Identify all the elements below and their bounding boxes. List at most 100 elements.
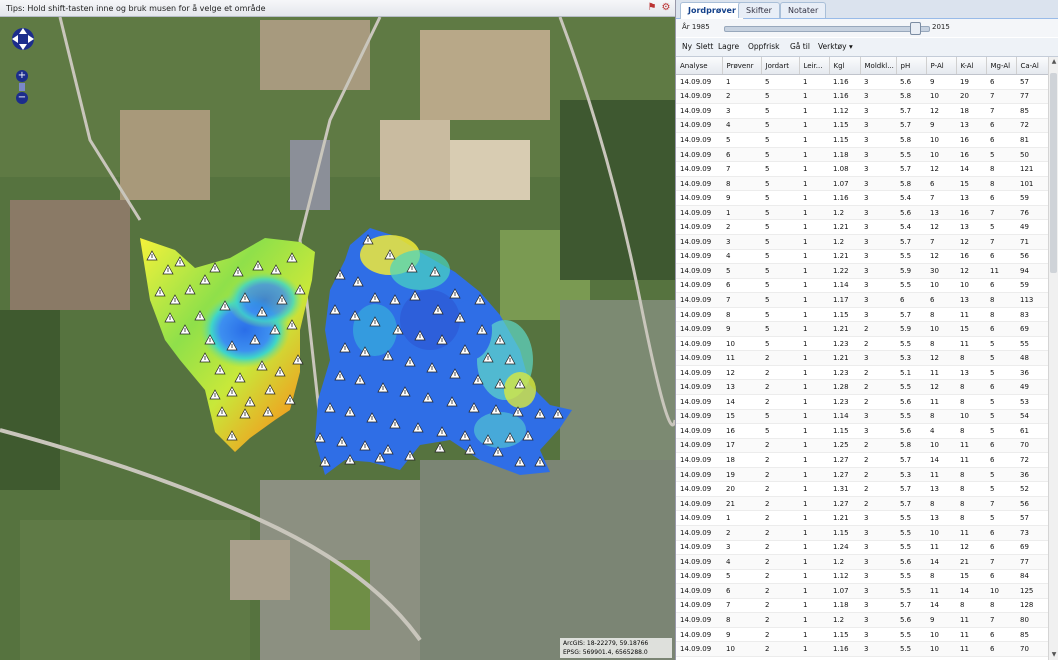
table-row[interactable]: 14.09.09 3 2 1 1.24 3 5.5 11 12 6 69 <box>676 540 1048 556</box>
map-view[interactable]: Tips: Hold shift-tasten inne og bruk mus… <box>0 0 676 660</box>
table-row[interactable]: 14.09.09 1 5 1 1.16 3 5.6 9 19 6 57 <box>676 74 1048 90</box>
table-row[interactable]: 14.09.09 3 5 1 1.2 3 5.7 7 12 7 71 <box>676 234 1048 250</box>
table-row[interactable]: 14.09.09 7 5 1 1.08 3 5.7 12 14 8 121 <box>676 161 1048 177</box>
column-header[interactable]: Kgl <box>829 57 861 75</box>
scroll-up-icon[interactable]: ▲ <box>1049 57 1058 67</box>
column-header[interactable]: Leir... <box>799 57 830 75</box>
table-row[interactable]: 14.09.09 11 2 1 1.21 3 5.3 12 8 5 48 <box>676 350 1048 366</box>
table-row[interactable]: 14.09.09 6 2 1 1.07 3 5.5 11 14 10 125 <box>676 583 1048 599</box>
tools-menu-button[interactable]: Verktøy ▾ <box>818 42 853 51</box>
zoom-in-button[interactable]: + <box>16 70 28 82</box>
measure-tool-icon[interactable]: ⚑ <box>646 2 658 14</box>
table-cell: 80 <box>1016 612 1048 628</box>
delete-button[interactable]: Slett <box>696 42 713 51</box>
table-cell: 3 <box>860 583 896 599</box>
column-header[interactable]: Mg-Al <box>986 57 1017 75</box>
column-header[interactable]: Prøvenr <box>722 57 762 75</box>
table-cell: 5.7 <box>896 452 926 468</box>
table-row[interactable]: 14.09.09 2 2 1 1.15 3 5.5 10 11 6 73 <box>676 525 1048 541</box>
scroll-down-icon[interactable]: ▼ <box>1049 650 1058 660</box>
new-button[interactable]: Ny <box>682 42 692 51</box>
pan-control-icon[interactable] <box>10 26 36 52</box>
tab-skifter[interactable]: Skifter <box>738 2 780 18</box>
goto-button[interactable]: Gå til <box>790 42 810 51</box>
column-header[interactable]: Ca-Al <box>1016 57 1048 75</box>
year-slider-thumb[interactable] <box>909 22 921 35</box>
table-cell: 2 <box>761 569 799 585</box>
table-cell: 6 <box>986 540 1016 556</box>
column-header[interactable]: Jordart <box>761 57 800 75</box>
table-cell: 69 <box>1016 321 1048 337</box>
aerial-map[interactable] <box>0 17 675 660</box>
table-cell: 57 <box>1016 510 1048 526</box>
table-cell: 5.5 <box>896 147 926 163</box>
table-row[interactable]: 14.09.09 9 5 1 1.16 3 5.4 7 13 6 59 <box>676 190 1048 206</box>
table-cell: 72 <box>1016 452 1048 468</box>
table-cell: 5 <box>986 510 1016 526</box>
table-row[interactable]: 14.09.09 1 5 1 1.2 3 5.6 13 16 7 76 <box>676 205 1048 221</box>
table-cell: 3 <box>860 219 896 236</box>
table-row[interactable]: 14.09.09 14 2 1 1.23 2 5.6 11 8 5 53 <box>676 394 1048 410</box>
grid-scrollbar[interactable]: ▲ ▼ <box>1048 57 1058 660</box>
scroll-thumb[interactable] <box>1050 73 1057 273</box>
table-cell: 12 <box>926 379 956 396</box>
table-row[interactable]: 14.09.09 4 5 1 1.15 3 5.7 9 13 6 72 <box>676 118 1048 134</box>
table-cell: 8 <box>986 161 1016 177</box>
zoom-out-button[interactable]: − <box>16 92 28 104</box>
table-row[interactable]: 14.09.09 16 5 1 1.15 3 5.6 4 8 5 61 <box>676 423 1048 439</box>
table-cell: 2 <box>761 452 799 468</box>
table-cell: 2 <box>722 525 761 541</box>
table-row[interactable]: 14.09.09 18 2 1 1.27 2 5.7 14 11 6 72 <box>676 452 1048 468</box>
table-row[interactable]: 14.09.09 5 2 1 1.12 3 5.5 8 15 6 84 <box>676 569 1048 585</box>
year-slider-track[interactable] <box>724 26 930 32</box>
tab-notater[interactable]: Notater <box>780 2 827 18</box>
table-row[interactable]: 14.09.09 5 5 1 1.22 3 5.9 30 12 11 94 <box>676 263 1048 279</box>
select-tool-icon[interactable]: ⚙ <box>660 2 672 14</box>
table-row[interactable]: 14.09.09 7 2 1 1.18 3 5.7 14 8 8 128 <box>676 598 1048 614</box>
tab-strip: Jordprøver Skifter Notater <box>676 0 1058 19</box>
table-row[interactable]: 14.09.09 3 5 1 1.12 3 5.7 12 18 7 85 <box>676 103 1048 119</box>
table-row[interactable]: 14.09.09 1 2 1 1.21 3 5.5 13 8 5 57 <box>676 510 1048 526</box>
column-header[interactable]: P-Al <box>926 57 957 75</box>
table-row[interactable]: 14.09.09 15 5 1 1.14 3 5.5 8 10 5 54 <box>676 409 1048 425</box>
table-row[interactable]: 14.09.09 5 5 1 1.15 3 5.8 10 16 6 81 <box>676 132 1048 148</box>
table-row[interactable]: 14.09.09 7 5 1 1.17 3 6 6 13 8 113 <box>676 292 1048 308</box>
column-header[interactable]: Analyse <box>676 57 723 75</box>
table-cell: 5.8 <box>896 438 926 454</box>
table-row[interactable]: 14.09.09 4 5 1 1.21 3 5.5 12 16 6 56 <box>676 249 1048 265</box>
table-cell: 14.09.09 <box>676 161 722 177</box>
table-row[interactable]: 14.09.09 10 2 1 1.16 3 5.5 10 11 6 70 <box>676 641 1048 657</box>
table-row[interactable]: 14.09.09 6 5 1 1.14 3 5.5 10 10 6 59 <box>676 278 1048 294</box>
table-row[interactable]: 14.09.09 6 5 1 1.18 3 5.5 10 16 5 50 <box>676 147 1048 163</box>
column-header[interactable]: Moldkl... <box>860 57 897 75</box>
table-row[interactable]: 14.09.09 2 5 1 1.16 3 5.8 10 20 7 77 <box>676 89 1048 105</box>
save-button[interactable]: Lagre <box>718 42 739 51</box>
table-row[interactable]: 14.09.09 20 2 1 1.31 2 5.7 13 8 5 52 <box>676 481 1048 497</box>
table-row[interactable]: 14.09.09 13 2 1 1.28 2 5.5 12 8 6 49 <box>676 379 1048 396</box>
table-cell: 1.27 <box>829 496 860 512</box>
table-row[interactable]: 14.09.09 9 2 1 1.15 3 5.5 10 11 6 85 <box>676 627 1048 643</box>
table-row[interactable]: 14.09.09 9 5 1 1.21 2 5.9 10 15 6 69 <box>676 321 1048 337</box>
table-row[interactable]: 14.09.09 21 2 1 1.27 2 5.7 8 8 7 56 <box>676 496 1048 512</box>
column-header[interactable]: pH <box>896 57 927 75</box>
table-row[interactable]: 14.09.09 4 2 1 1.2 3 5.6 14 21 7 77 <box>676 554 1048 570</box>
table-cell: 1 <box>799 176 829 192</box>
table-cell: 1 <box>799 89 829 105</box>
table-cell: 5 <box>761 423 799 439</box>
refresh-button[interactable]: Oppfrisk <box>748 42 779 51</box>
zoom-slider[interactable] <box>19 83 25 91</box>
table-row[interactable]: 14.09.09 19 2 1 1.27 2 5.3 11 8 5 36 <box>676 467 1048 483</box>
table-cell: 5.6 <box>896 205 926 221</box>
table-row[interactable]: 14.09.09 8 5 1 1.07 3 5.8 6 15 8 101 <box>676 176 1048 192</box>
table-cell: 5 <box>761 132 799 148</box>
table-cell: 7 <box>986 496 1016 512</box>
table-row[interactable]: 14.09.09 17 2 1 1.25 2 5.8 10 11 6 70 <box>676 438 1048 454</box>
table-cell: 70 <box>1016 641 1048 657</box>
table-row[interactable]: 14.09.09 2 5 1 1.21 3 5.4 12 13 5 49 <box>676 219 1048 236</box>
table-row[interactable]: 14.09.09 10 5 1 1.23 2 5.5 8 11 5 55 <box>676 336 1048 352</box>
table-row[interactable]: 14.09.09 12 2 1 1.23 2 5.1 11 13 5 36 <box>676 365 1048 381</box>
table-row[interactable]: 14.09.09 8 2 1 1.2 3 5.6 9 11 7 80 <box>676 612 1048 628</box>
table-row[interactable]: 14.09.09 8 5 1 1.15 3 5.7 8 11 8 83 <box>676 307 1048 323</box>
column-header[interactable]: K-Al <box>956 57 987 75</box>
tab-jordprover[interactable]: Jordprøver <box>680 2 744 19</box>
